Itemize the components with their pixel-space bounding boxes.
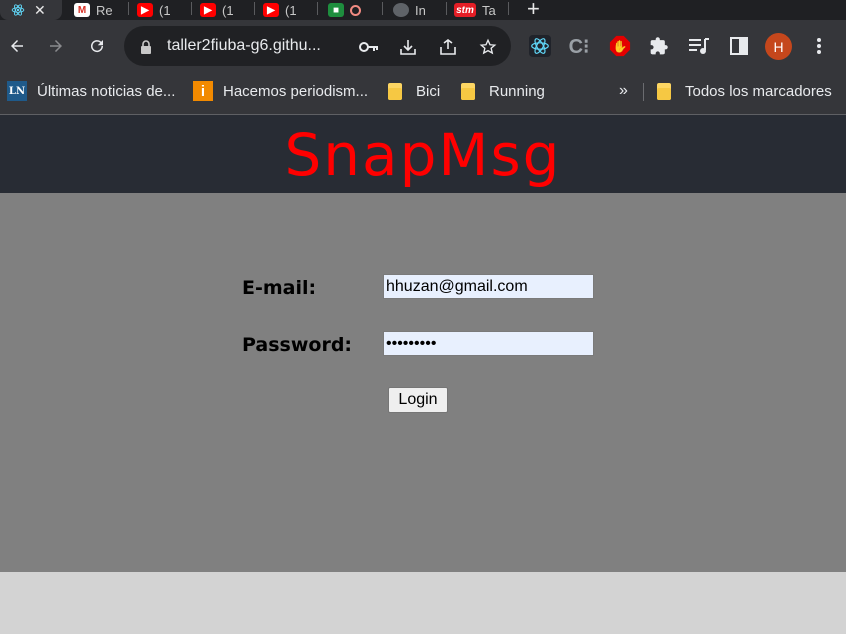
address-text: taller2fiuba-g6.githu... (167, 37, 321, 54)
share-icon[interactable] (437, 36, 459, 58)
bookmark-label: Hacemos periodism... (223, 82, 369, 100)
media-queue-icon[interactable] (684, 31, 714, 61)
tab-separator (508, 2, 509, 15)
ln-icon: LN (7, 81, 27, 101)
key-icon[interactable] (358, 36, 380, 58)
tab-title: (1 (285, 2, 297, 18)
tab-gmail[interactable]: M Re (74, 0, 124, 20)
react-icon (10, 3, 26, 17)
meet-icon: ■ (328, 3, 344, 17)
youtube-icon: ▶ (263, 3, 279, 17)
password-label: Password: (242, 334, 353, 356)
tab-active[interactable]: ✕ (0, 0, 62, 20)
folder-icon (461, 82, 475, 100)
install-icon[interactable] (397, 36, 419, 58)
extensions-puzzle-icon[interactable] (644, 31, 674, 61)
bookmark-ln[interactable]: LN Últimas noticias de... (7, 74, 175, 108)
folder-icon (388, 82, 402, 100)
bookmark-folder-bici[interactable]: Bici (388, 74, 440, 108)
back-arrow-icon[interactable] (2, 31, 32, 61)
tab-separator (254, 2, 255, 15)
bookmark-folder-running[interactable]: Running (461, 74, 545, 108)
stm-icon: stm (454, 3, 476, 17)
bookmark-label: Todos los marcadores (685, 82, 832, 100)
bookmark-periodismo[interactable]: i Hacemos periodism... (193, 74, 368, 108)
close-tab-icon[interactable]: ✕ (34, 2, 46, 19)
folder-icon (657, 82, 671, 100)
tab-separator (446, 2, 447, 15)
new-tab-icon[interactable]: + (527, 0, 540, 20)
tab-separator (128, 2, 129, 15)
youtube-icon: ▶ (200, 3, 216, 17)
youtube-icon: ▶ (137, 3, 153, 17)
reload-icon[interactable] (82, 31, 112, 61)
browser-toolbar: taller2fiuba-g6.githu... C⁝ ✋ H (0, 20, 846, 74)
tab-youtube-2[interactable]: ▶ (1 (200, 0, 246, 20)
globe-icon (393, 3, 409, 17)
tab-stm[interactable]: stm Ta (454, 0, 504, 20)
bookmark-label: Running (489, 82, 545, 100)
bookmark-label: Bici (416, 82, 441, 100)
all-bookmarks-folder[interactable]: Todos los marcadores (657, 74, 832, 108)
svg-text:✋: ✋ (613, 40, 628, 54)
adblock-icon[interactable]: ✋ (605, 31, 635, 61)
tab-strip: ✕ M Re ▶ (1 ▶ (1 ▶ (1 ■ In stm Ta + (0, 0, 846, 20)
bookmark-label: Últimas noticias de... (37, 82, 176, 100)
info-icon: i (193, 81, 213, 101)
address-bar[interactable]: taller2fiuba-g6.githu... (124, 26, 511, 66)
recording-icon (350, 4, 361, 16)
tab-separator (191, 2, 192, 15)
app-header: SnapMsg (0, 115, 846, 193)
tab-globe[interactable]: In (393, 0, 439, 20)
side-panel-icon[interactable] (724, 31, 754, 61)
login-button[interactable]: Login (388, 387, 448, 413)
tab-title: (1 (222, 2, 234, 18)
tab-title: Ta (482, 2, 496, 18)
tab-title: Re (96, 2, 113, 18)
tab-title: (1 (159, 2, 171, 18)
bookmarks-bar: LN Últimas noticias de... i Hacemos peri… (0, 74, 846, 115)
profile-avatar[interactable]: H (765, 33, 792, 60)
brand-logo: SnapMsg (284, 121, 562, 189)
extension-c-icon[interactable]: C⁝ (564, 31, 594, 61)
email-label: E-mail: (242, 277, 317, 299)
menu-kebab-icon[interactable] (804, 31, 834, 61)
tab-separator (382, 2, 383, 15)
bookmarks-overflow-chevron[interactable]: » (619, 74, 628, 108)
tab-title: In (415, 2, 426, 18)
login-panel: E-mail: Password: Login (0, 193, 846, 572)
tab-youtube-3[interactable]: ▶ (1 (263, 0, 309, 20)
gmail-icon: M (74, 3, 90, 17)
tab-separator (317, 2, 318, 15)
forward-arrow-icon[interactable] (41, 31, 71, 61)
tab-meet[interactable]: ■ (328, 0, 374, 20)
lock-icon[interactable] (135, 36, 157, 58)
star-bookmark-icon[interactable] (477, 36, 499, 58)
bookmarks-divider (643, 83, 644, 101)
tab-youtube-1[interactable]: ▶ (1 (137, 0, 183, 20)
react-devtools-icon[interactable] (525, 31, 555, 61)
password-field[interactable] (383, 331, 594, 356)
email-field[interactable] (383, 274, 594, 299)
